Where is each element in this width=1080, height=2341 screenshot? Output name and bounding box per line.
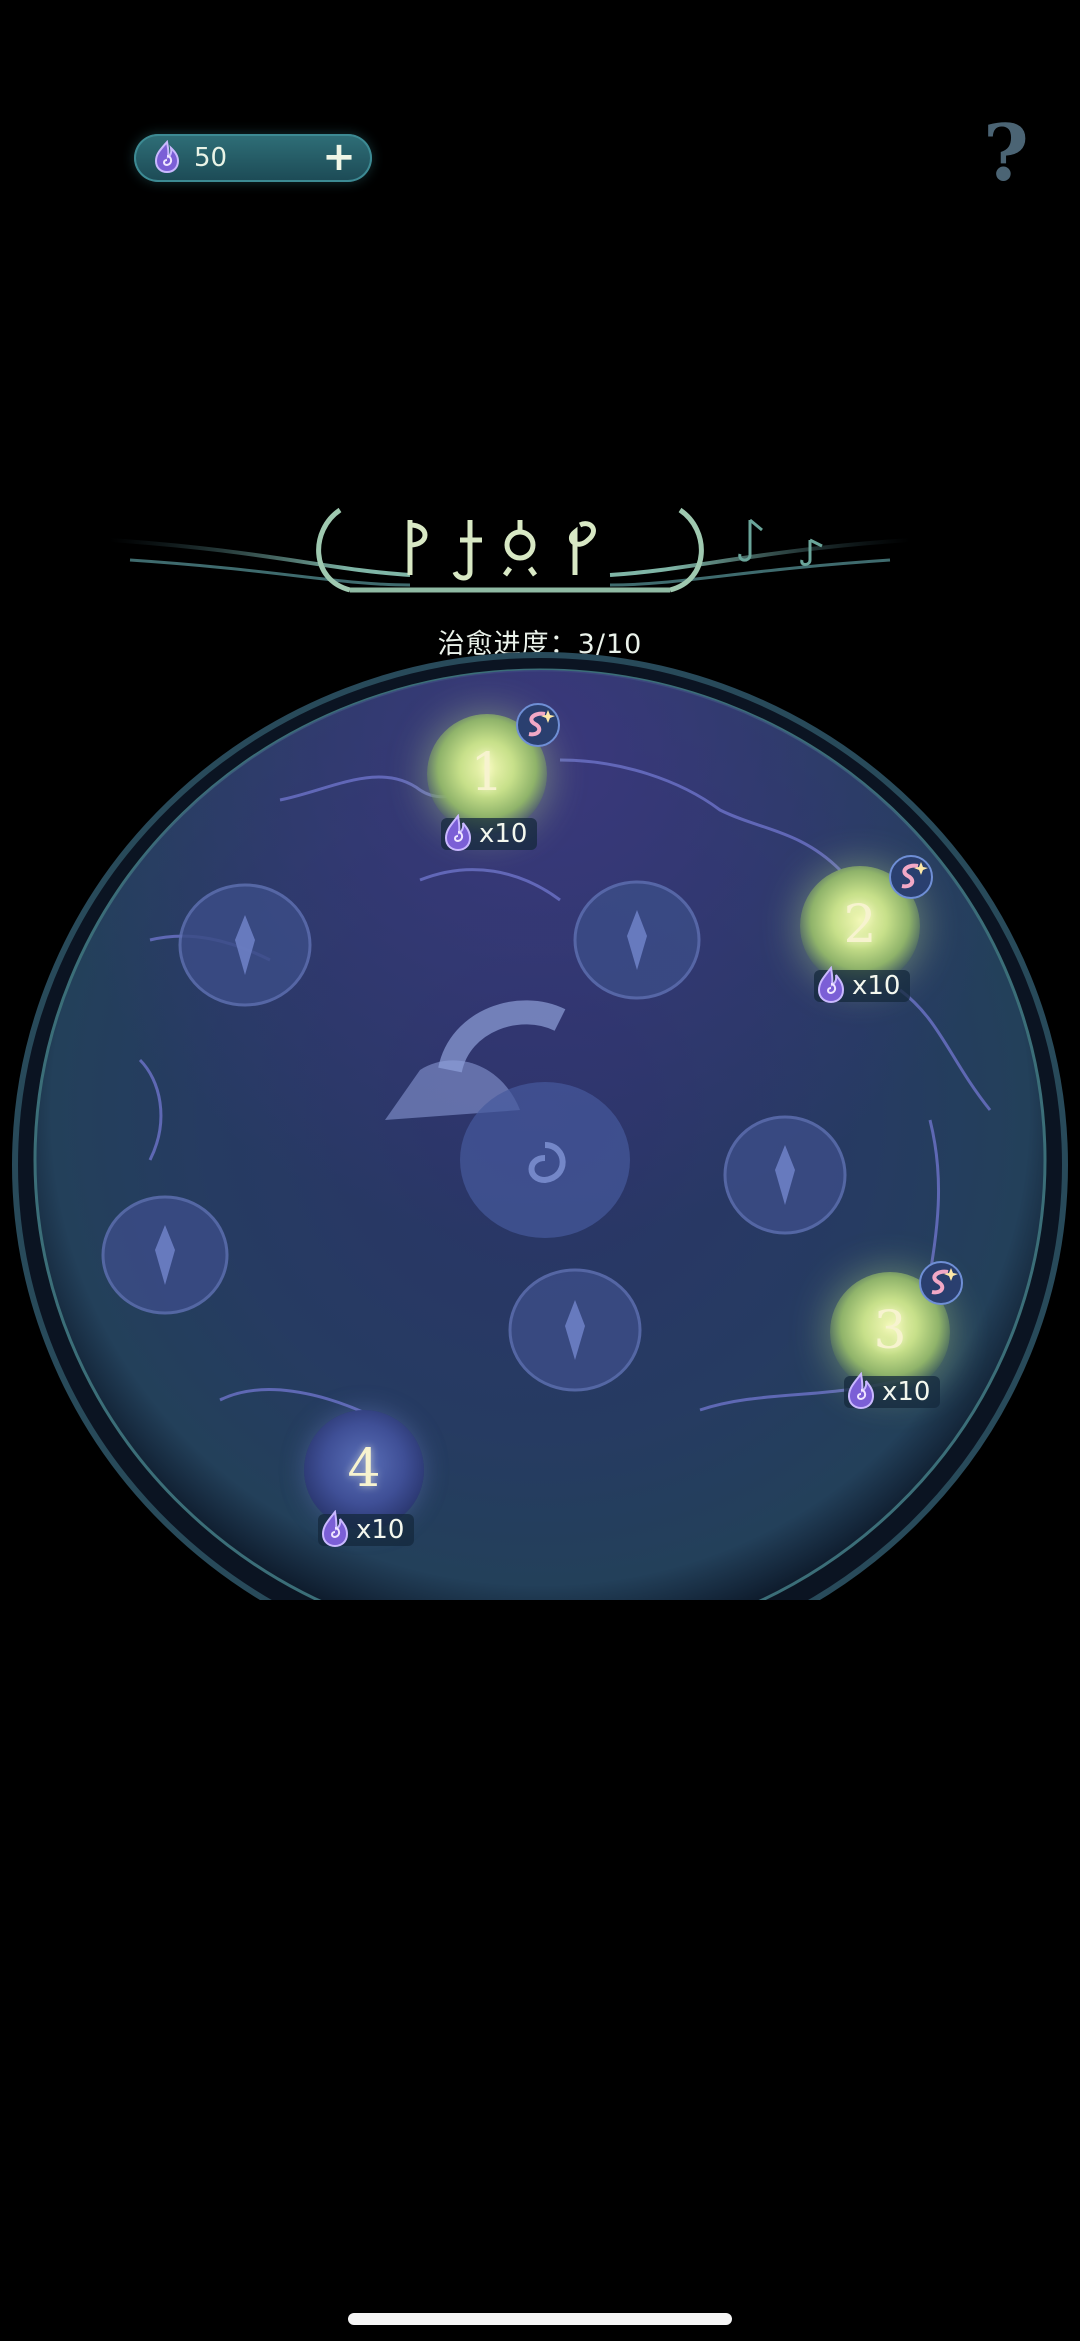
level-cost: x10 <box>844 1372 941 1410</box>
ornate-glyph-banner <box>110 507 910 593</box>
level-cost: x10 <box>441 814 538 852</box>
currency-pill[interactable]: 50 + <box>134 134 372 182</box>
purple-flame-icon <box>154 140 180 174</box>
purple-flame-icon <box>321 1510 349 1548</box>
purple-flame-icon <box>817 966 845 1004</box>
purple-flame-icon <box>847 1372 875 1410</box>
level-cost-label: x10 <box>356 1515 405 1545</box>
currency-amount: 50 <box>194 143 228 173</box>
home-indicator[interactable] <box>348 2313 732 2325</box>
swirl-badge-icon <box>516 703 560 747</box>
level-node-1[interactable]: 1 x10 <box>427 703 560 852</box>
help-button[interactable]: ? <box>976 112 1036 196</box>
level-cost: x10 <box>814 966 911 1004</box>
level-cost-label: x10 <box>882 1377 931 1407</box>
purple-flame-icon <box>444 814 472 852</box>
level-node-2[interactable]: 2 x10 <box>800 855 933 1004</box>
add-currency-button[interactable]: + <box>316 134 362 182</box>
level-cost: x10 <box>318 1510 415 1548</box>
swirl-badge-icon <box>919 1261 963 1305</box>
level-node-4[interactable]: 4 x10 <box>304 1410 424 1548</box>
level-node-3[interactable]: 3 x10 <box>830 1261 963 1410</box>
swirl-badge-icon <box>889 855 933 899</box>
level-cost-label: x10 <box>852 971 901 1001</box>
level-cost-label: x10 <box>479 819 528 849</box>
